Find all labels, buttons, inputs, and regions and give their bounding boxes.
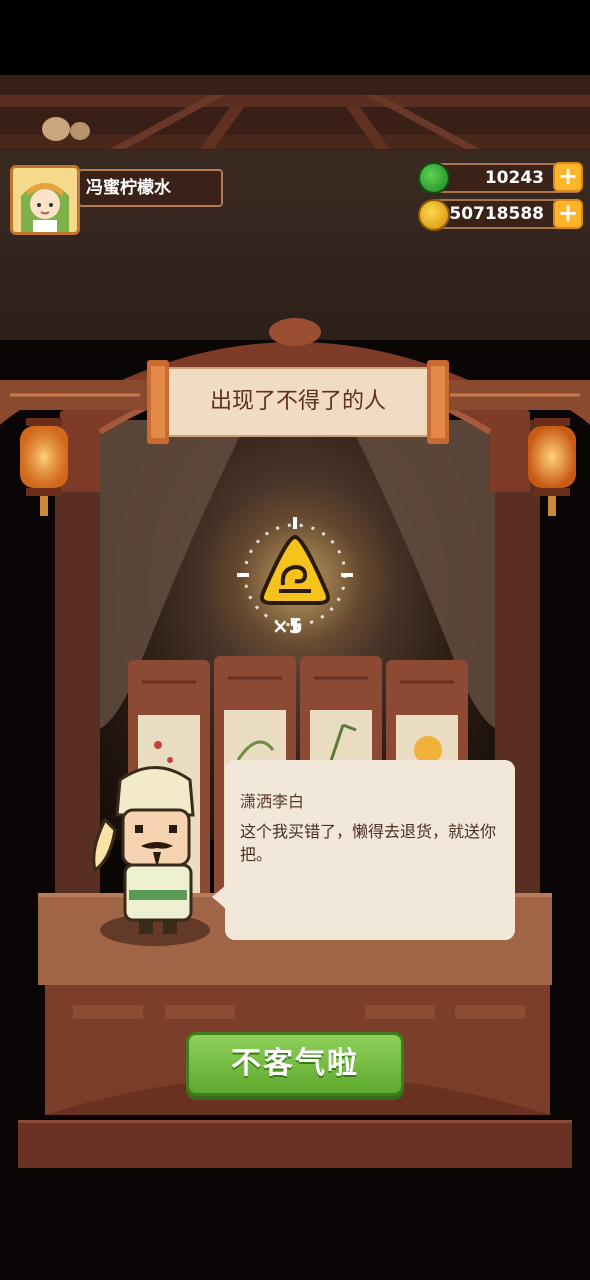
jade-icon bbox=[418, 162, 450, 194]
stage-base bbox=[18, 1120, 572, 1168]
accept-gift-button[interactable]: 不客气啦 bbox=[186, 1032, 404, 1096]
speaker-name: 潇洒李白 bbox=[240, 792, 305, 811]
add-coin-button[interactable]: + bbox=[553, 199, 583, 229]
lantern-icon bbox=[524, 418, 580, 518]
player-name: 冯蜜柠檬水 bbox=[78, 169, 223, 207]
li-bai-character bbox=[85, 760, 235, 950]
left-eave bbox=[0, 370, 150, 425]
coin-icon bbox=[418, 199, 450, 231]
reward-count: ×5 bbox=[272, 614, 303, 638]
add-jade-button[interactable]: + bbox=[553, 162, 583, 192]
event-title: 出现了不得了的人 bbox=[209, 389, 386, 414]
roof-beams bbox=[0, 75, 590, 155]
avatar-portrait-icon bbox=[13, 168, 77, 232]
dialog-text: 这个我买错了，懒得去退货，就送你把。 bbox=[240, 822, 497, 864]
top-dark-band bbox=[0, 0, 590, 75]
player-avatar[interactable] bbox=[10, 165, 80, 235]
plus-icon: + bbox=[557, 199, 579, 227]
right-eave bbox=[440, 370, 590, 425]
dialog-bubble-tail bbox=[212, 885, 226, 909]
lantern-icon bbox=[16, 418, 72, 518]
plus-icon: + bbox=[557, 162, 579, 190]
